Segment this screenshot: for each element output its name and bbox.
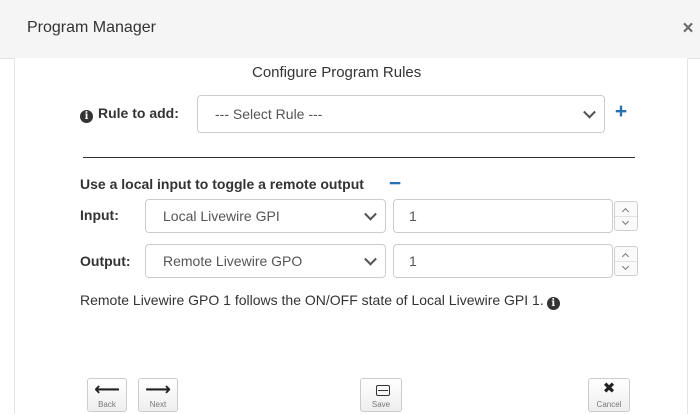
rule-select[interactable]: --- Select Rule ---	[197, 95, 605, 133]
cancel-button[interactable]: ✖ Cancel	[588, 378, 630, 412]
page-title: Configure Program Rules	[252, 64, 422, 81]
close-icon: ✖	[602, 380, 616, 397]
save-button[interactable]: Save	[360, 378, 402, 412]
next-button-label: Next	[149, 400, 167, 409]
input-select-value: Local Livewire GPI	[163, 208, 280, 224]
cancel-button-label: Cancel	[596, 400, 622, 409]
chevron-down-icon[interactable]	[615, 216, 637, 230]
add-rule-button[interactable]: +	[612, 100, 630, 124]
output-number-value: 1	[409, 253, 417, 269]
next-button[interactable]: ⟶ Next	[138, 378, 178, 412]
input-number-field[interactable]: 1	[393, 199, 613, 233]
chevron-down-icon	[583, 105, 596, 119]
chevron-down-icon	[364, 207, 377, 221]
plus-icon: +	[614, 100, 628, 123]
minus-icon: −	[388, 172, 402, 195]
rule-description-text: Remote Livewire GPO 1 follows the ON/OFF…	[80, 292, 544, 308]
save-button-label: Save	[371, 400, 391, 409]
rule-description: Remote Livewire GPO 1 follows the ON/OFF…	[80, 292, 560, 310]
output-select-value: Remote Livewire GPO	[163, 253, 303, 269]
info-icon[interactable]: i	[80, 110, 93, 123]
chevron-down-icon	[364, 252, 377, 266]
output-target-select[interactable]: Remote Livewire GPO	[145, 244, 386, 278]
back-button[interactable]: ⟵ Back	[87, 378, 127, 412]
rule-select-value: --- Select Rule ---	[215, 106, 323, 122]
input-source-select[interactable]: Local Livewire GPI	[145, 199, 386, 233]
output-number-field[interactable]: 1	[393, 244, 613, 278]
chevron-up-icon[interactable]	[615, 247, 637, 262]
rule-label-text: Rule to add:	[98, 105, 179, 121]
rule-section-title: Use a local input to toggle a remote out…	[80, 176, 364, 192]
output-number-stepper[interactable]	[614, 246, 638, 276]
chevron-up-icon[interactable]	[615, 202, 637, 217]
chevron-down-icon[interactable]	[615, 261, 637, 275]
input-number-value: 1	[409, 208, 417, 224]
input-label: Input:	[80, 207, 119, 223]
arrow-left-icon: ⟵	[94, 379, 120, 399]
divider	[83, 157, 635, 158]
rule-to-add-label: i Rule to add:	[80, 105, 179, 123]
input-number-stepper[interactable]	[614, 201, 638, 231]
close-icon[interactable]: ×	[678, 17, 698, 41]
output-label: Output:	[80, 253, 131, 269]
back-button-label: Back	[98, 400, 116, 409]
collapse-rule-button[interactable]: −	[386, 173, 404, 195]
save-icon	[376, 385, 390, 396]
info-icon[interactable]: i	[546, 297, 560, 310]
arrow-right-icon: ⟶	[145, 379, 171, 399]
window-title: Program Manager	[27, 19, 156, 36]
title-bar: Program Manager ×	[0, 0, 700, 59]
